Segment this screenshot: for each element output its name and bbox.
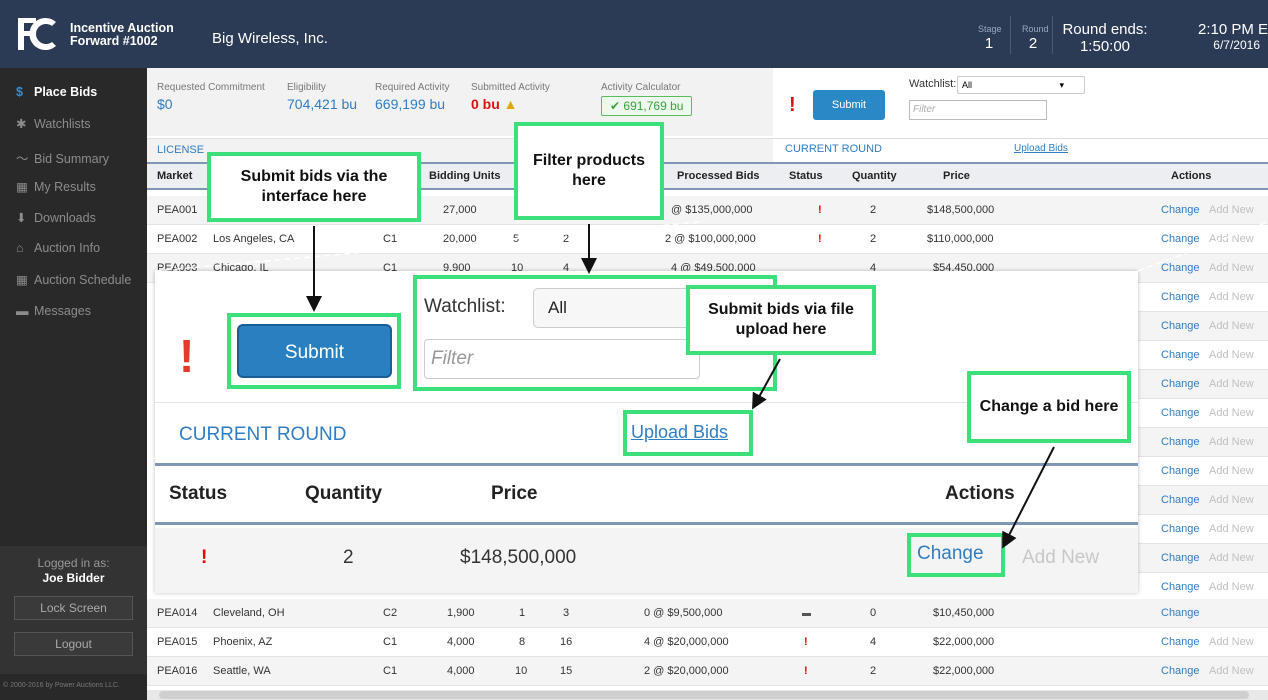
zoom-guide-line bbox=[154, 221, 701, 272]
arrow bbox=[1002, 446, 1055, 549]
annotation-arrows bbox=[154, 221, 1268, 549]
auction-page: Incentive Auction Forward #1002 Big Wire… bbox=[0, 0, 1268, 700]
zoom-guide-line bbox=[1137, 221, 1268, 272]
arrow bbox=[752, 358, 781, 410]
scrollbar-thumb[interactable] bbox=[159, 691, 1249, 699]
horizontal-scrollbar[interactable] bbox=[147, 690, 1268, 700]
